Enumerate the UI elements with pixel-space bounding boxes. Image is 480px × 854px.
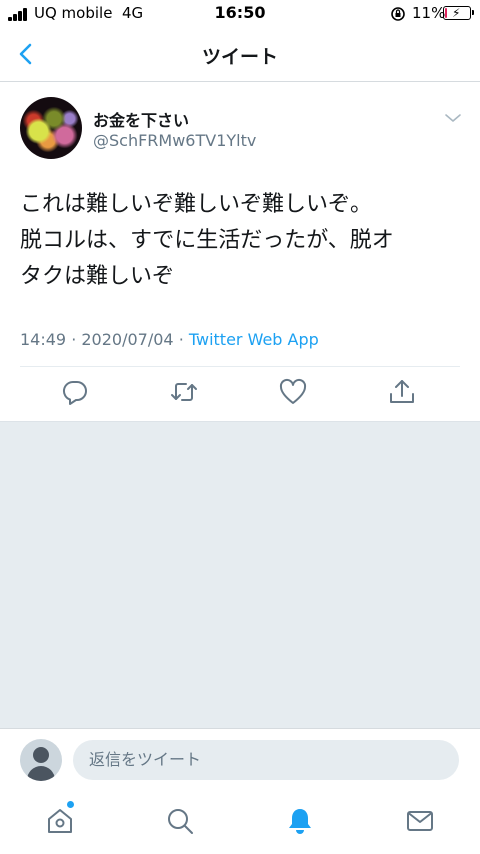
orientation-lock-icon: [391, 7, 405, 21]
chevron-down-icon[interactable]: [444, 111, 462, 125]
meta-separator: ·: [178, 330, 189, 349]
current-user-avatar: [20, 739, 62, 781]
user-avatar[interactable]: [20, 97, 82, 159]
battery-icon: ⚡: [443, 6, 474, 20]
tweet-text: これは難しいぞ難しいぞ難しいぞ。 脱コルは、すでに生活だったが、脱オ タクは難し…: [20, 192, 394, 289]
like-icon[interactable]: [278, 377, 308, 407]
divider: [20, 366, 460, 367]
status-bar: UQ mobile 4G 16:50 11% ⚡: [0, 0, 480, 28]
tweet-time: 14:49: [20, 330, 67, 349]
messages-icon[interactable]: [405, 806, 435, 836]
meta-separator: ·: [71, 330, 82, 349]
search-icon[interactable]: [165, 806, 195, 836]
empty-replies-area: [0, 421, 480, 728]
clock: 16:50: [214, 3, 266, 22]
nav-header: ツイート: [0, 28, 480, 82]
user-display-name[interactable]: お金を下さい: [93, 107, 189, 131]
user-handle[interactable]: @SchFRMw6TV1Yltv: [93, 131, 256, 150]
reply-icon[interactable]: [60, 377, 90, 407]
reply-input[interactable]: 返信をツイート: [73, 740, 459, 780]
share-icon[interactable]: [387, 377, 417, 407]
tweet-date: 2020/07/04: [81, 330, 174, 349]
page-title: ツイート: [201, 46, 278, 68]
reply-bar: 返信をツイート: [0, 728, 480, 790]
notifications-icon[interactable]: [285, 806, 315, 836]
bottom-tab-bar: [0, 790, 480, 854]
tweet-source-link[interactable]: Twitter Web App: [189, 330, 319, 349]
home-icon[interactable]: [45, 806, 75, 836]
battery-percent: 11%: [412, 4, 446, 22]
tweet-metadata: 14:49 · 2020/07/04 · Twitter Web App: [20, 330, 319, 349]
tweet-actions: [0, 377, 480, 407]
tweet-detail: お金を下さい @SchFRMw6TV1Yltv これは難しいぞ難しいぞ難しいぞ。…: [0, 83, 480, 421]
retweet-icon[interactable]: [169, 377, 199, 407]
notification-dot: [67, 801, 74, 808]
